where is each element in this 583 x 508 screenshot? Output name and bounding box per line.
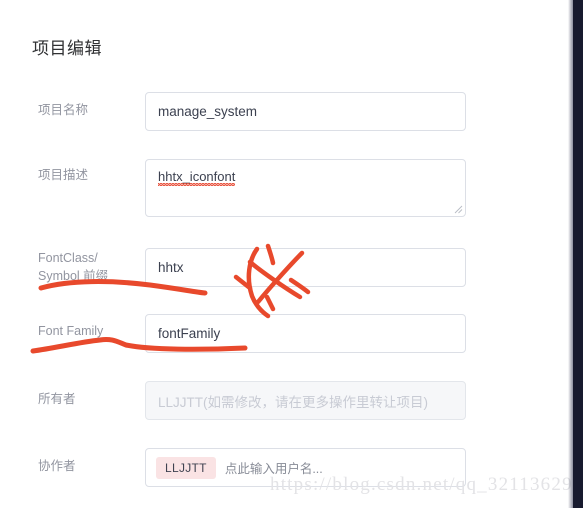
label-project-description: 项目描述 — [38, 168, 89, 182]
owner-input: LLJJTT(如需修改，请在更多操作里转让项目) — [145, 381, 466, 420]
collaborator-tag[interactable]: LLJJTT — [156, 456, 216, 479]
watermark-text: https://blog.csdn.net/qq_32113629 — [270, 474, 573, 495]
project-name-value: manage_system — [158, 104, 258, 119]
label-font-family: Font Family — [38, 324, 104, 338]
fontclass-prefix-input[interactable]: hhtx — [145, 248, 466, 287]
resize-handle-icon[interactable] — [454, 205, 463, 214]
label-fontclass-prefix: FontClass/ Symbol 前缀 — [38, 249, 138, 285]
owner-placeholder: LLJJTT(如需修改，请在更多操作里转让项目) — [158, 394, 428, 410]
dialog-backdrop-edge — [573, 0, 583, 508]
screenshot-root: 项目编辑 项目名称 manage_system 项目描述 hhtx_iconfo… — [0, 0, 583, 508]
project-description-value: hhtx_iconfont — [158, 169, 236, 186]
fontclass-prefix-value: hhtx — [158, 260, 184, 275]
page-title: 项目编辑 — [32, 39, 102, 58]
label-collaborator: 协作者 — [38, 459, 76, 473]
form-row-project-description: 项目描述 hhtx_iconfont — [0, 159, 573, 217]
label-project-name: 项目名称 — [38, 103, 89, 117]
project-name-input[interactable]: manage_system — [145, 92, 466, 131]
font-family-value: fontFamily — [158, 326, 221, 341]
label-fontclass-prefix-line2: Symbol 前缀 — [38, 269, 109, 283]
project-description-textarea[interactable]: hhtx_iconfont — [145, 159, 466, 217]
project-edit-dialog: 项目编辑 项目名称 manage_system 项目描述 hhtx_iconfo… — [0, 0, 573, 508]
label-fontclass-prefix-line1: FontClass/ — [38, 251, 98, 265]
font-family-input[interactable]: fontFamily — [145, 314, 466, 353]
label-owner: 所有者 — [38, 392, 76, 406]
